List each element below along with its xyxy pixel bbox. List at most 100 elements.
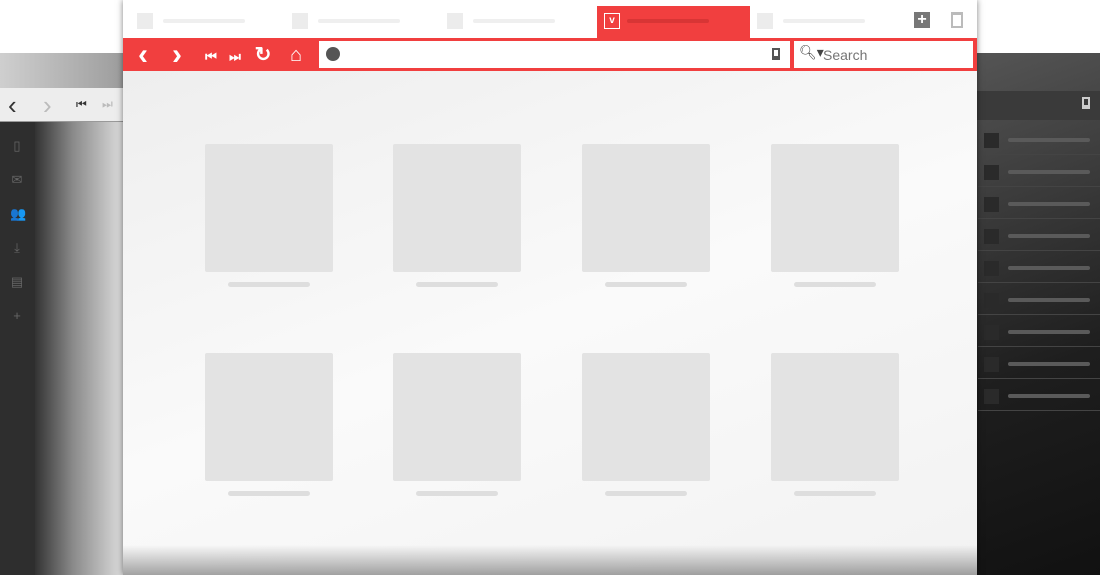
forward-icon: ›	[43, 90, 52, 120]
navigation-toolbar: 🔍︎▾ ‹ › ⏮ ⏭ ↻ ⌂	[123, 38, 977, 71]
back-icon: ‹	[8, 90, 17, 120]
item-icon	[984, 197, 999, 212]
address-bar	[970, 91, 1100, 120]
speed-dial-label	[605, 282, 687, 287]
item-text-placeholder	[1008, 138, 1090, 142]
item-text-placeholder	[1008, 266, 1090, 270]
browser-window: v + 🔍︎▾ ‹ › ⏮ ⏭ ↻ ⌂	[123, 0, 977, 575]
background-window-left: ‹ › ⏮ ⏭ ▯ ✉ 👥 ⤓ ▤ +	[0, 53, 130, 575]
address-field[interactable]	[319, 41, 790, 68]
tab[interactable]	[447, 0, 587, 38]
side-panel: ▯ ✉ 👥 ⤓ ▤ +	[0, 122, 35, 575]
item-icon	[984, 325, 999, 340]
speed-dial-label	[416, 282, 498, 287]
bookmark-icon	[1082, 97, 1090, 109]
home-icon: ⌂	[289, 44, 303, 66]
list-item	[978, 381, 1100, 411]
item-icon	[984, 165, 999, 180]
speed-dial-tile[interactable]	[771, 144, 899, 272]
back-button[interactable]: ‹	[131, 40, 155, 70]
plus-icon[interactable]: +	[10, 308, 24, 323]
speed-dial-label	[416, 491, 498, 496]
tab[interactable]	[292, 0, 432, 38]
list-item	[978, 349, 1100, 379]
tab-title-placeholder	[473, 19, 555, 23]
item-text-placeholder	[1008, 170, 1090, 174]
speed-dial-tile[interactable]	[205, 353, 333, 481]
rewind-button[interactable]: ⏮	[199, 43, 223, 67]
favicon-placeholder	[757, 13, 773, 29]
speed-dial-tile[interactable]	[393, 144, 521, 272]
speed-dial-tile[interactable]	[771, 353, 899, 481]
speed-dial	[123, 71, 977, 575]
speed-dial-label	[605, 491, 687, 496]
item-icon	[984, 261, 999, 276]
tab-bar: v +	[123, 0, 977, 39]
tab-title-placeholder	[163, 19, 245, 23]
trash-icon[interactable]	[951, 12, 963, 28]
search-input[interactable]	[823, 45, 963, 64]
search-icon: 🔍︎▾	[799, 44, 824, 60]
tab-title-placeholder	[783, 19, 865, 23]
forward-button[interactable]: ›	[165, 40, 189, 70]
favicon-placeholder	[137, 13, 153, 29]
speed-dial-label	[228, 491, 310, 496]
speed-dial-tile[interactable]	[582, 353, 710, 481]
download-icon[interactable]: ⤓	[10, 240, 24, 255]
favicon-placeholder	[447, 13, 463, 29]
chevron-left-icon: ‹	[138, 38, 148, 71]
speed-dial-tile[interactable]	[205, 144, 333, 272]
speed-dial-label	[228, 282, 310, 287]
reload-icon: ↻	[254, 44, 272, 66]
tab-active[interactable]: v	[597, 6, 750, 39]
skip-back-icon: ⏮	[205, 49, 217, 64]
page-area	[35, 122, 130, 575]
bookmark-icon[interactable]	[772, 48, 780, 60]
favicon-placeholder	[292, 13, 308, 29]
globe-icon	[326, 47, 340, 61]
toolbar: ‹ › ⏮ ⏭	[0, 88, 130, 122]
list-item	[978, 157, 1100, 187]
background-window-right	[970, 53, 1100, 575]
list-item	[978, 125, 1100, 155]
reload-button[interactable]: ↻	[251, 43, 275, 67]
item-text-placeholder	[1008, 394, 1090, 398]
tab[interactable]	[757, 0, 897, 38]
chevron-right-icon: ›	[172, 38, 182, 71]
notes-icon[interactable]: ▤	[10, 274, 24, 289]
contacts-icon[interactable]: 👥	[10, 206, 26, 221]
item-icon	[984, 357, 999, 372]
list-item	[978, 317, 1100, 347]
item-text-placeholder	[1008, 202, 1090, 206]
skip-forward-icon: ⏭	[229, 49, 241, 64]
tab[interactable]	[137, 0, 277, 38]
list-item	[978, 189, 1100, 219]
shadow	[123, 545, 977, 575]
item-text-placeholder	[1008, 330, 1090, 334]
item-icon	[984, 133, 999, 148]
item-icon	[984, 293, 999, 308]
tab-title-placeholder	[318, 19, 400, 23]
new-tab-button[interactable]: +	[914, 12, 930, 28]
home-button[interactable]: ⌂	[284, 43, 308, 67]
item-text-placeholder	[1008, 298, 1090, 302]
list-item	[978, 285, 1100, 315]
speed-dial-tile[interactable]	[582, 144, 710, 272]
vivaldi-logo-icon: v	[604, 13, 620, 29]
speed-dial-tile[interactable]	[393, 353, 521, 481]
item-icon	[984, 229, 999, 244]
item-icon	[984, 389, 999, 404]
skip-forward-icon: ⏭	[102, 97, 113, 111]
speed-dial-label	[794, 282, 876, 287]
fast-forward-button[interactable]: ⏭	[223, 43, 247, 67]
search-field[interactable]: 🔍︎▾	[794, 41, 973, 68]
list-item	[978, 253, 1100, 283]
window-titlebar	[0, 53, 130, 88]
bookmark-icon[interactable]: ▯	[10, 138, 24, 153]
list-item	[978, 221, 1100, 251]
mail-icon[interactable]: ✉	[10, 172, 24, 187]
item-text-placeholder	[1008, 362, 1090, 366]
speed-dial-label	[794, 491, 876, 496]
tab-title-placeholder	[627, 19, 709, 23]
skip-back-icon: ⏮	[76, 97, 87, 111]
